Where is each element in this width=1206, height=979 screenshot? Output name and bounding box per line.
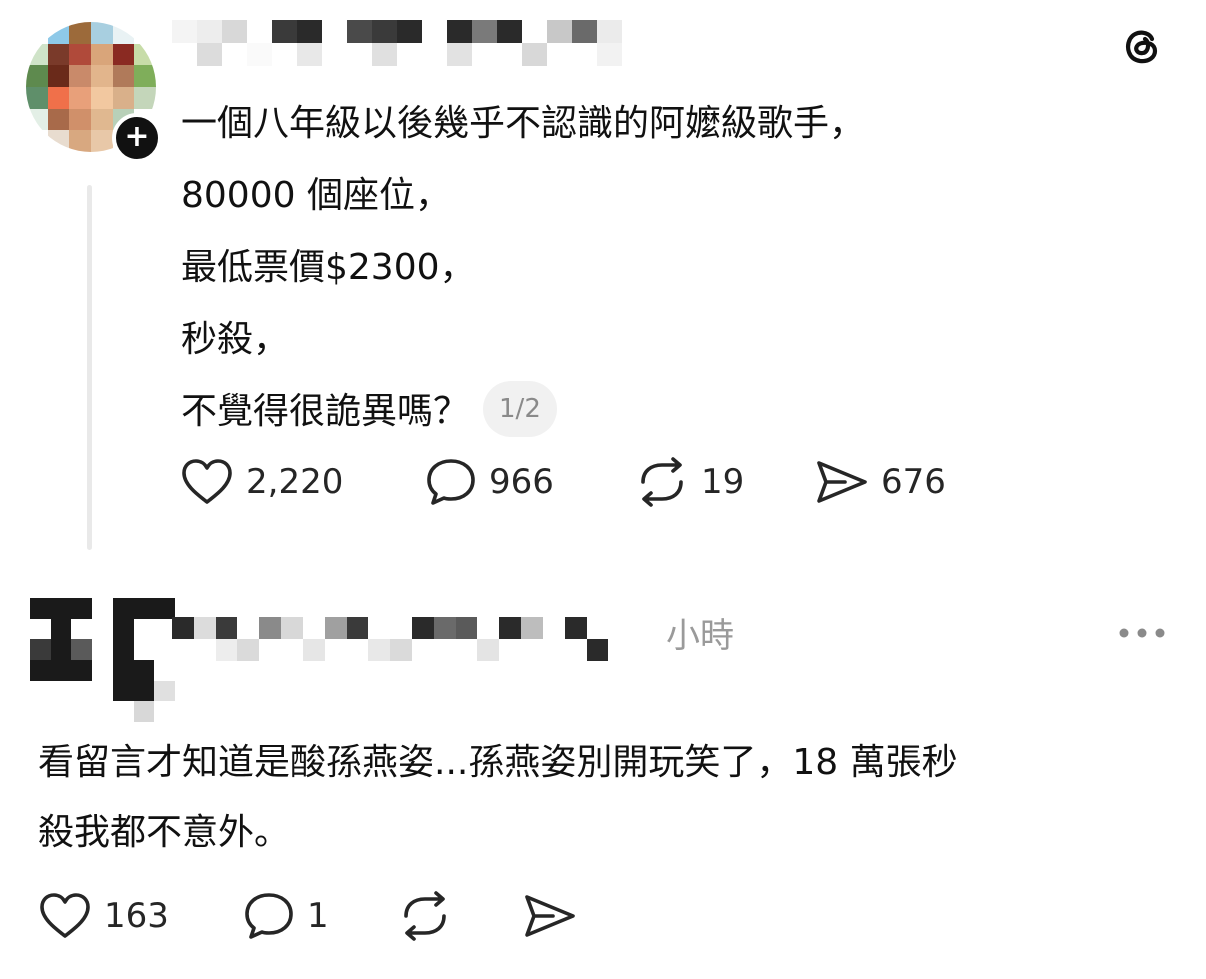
share-button[interactable] (523, 892, 577, 940)
repost-icon (641, 457, 683, 507)
like-button[interactable]: 163 (38, 892, 243, 940)
like-count: 163 (104, 896, 169, 936)
repost-button[interactable] (398, 891, 523, 941)
send-icon (525, 895, 575, 937)
like-count: 2,220 (246, 462, 344, 502)
reply-actions: 163 1 (38, 888, 577, 944)
heart-icon (40, 893, 90, 938)
heart-icon (182, 459, 232, 504)
post-timestamp: 小時 (666, 616, 734, 656)
reply-body: 看留言才知道是酸孫燕姿...孫燕姿別開玩笑了，18 萬張秒 殺我都不意外。 (38, 728, 1168, 868)
page-indicator[interactable]: 1/2 (483, 381, 557, 437)
author-username-redacted[interactable] (172, 20, 622, 66)
comment-bubble-icon (427, 459, 475, 505)
threads-logo-icon[interactable] (1118, 22, 1166, 70)
like-button[interactable]: 2,220 (180, 458, 425, 506)
repost-count: 19 (701, 462, 745, 502)
reply-line: 看留言才知道是酸孫燕姿...孫燕姿別開玩笑了，18 萬張秒 (38, 742, 958, 783)
plus-icon: + (124, 119, 150, 154)
follow-plus-button[interactable]: + (112, 113, 162, 163)
post-line: 最低票價$2300， (181, 247, 476, 288)
post-line: 秒殺， (181, 319, 290, 360)
post-actions: 2,220 966 19 676 (180, 454, 946, 510)
reply-line: 殺我都不意外。 (38, 812, 291, 853)
repost-icon (404, 891, 446, 941)
post-body: 一個八年級以後幾乎不認識的阿嬤級歌手， 80000 個座位， 最低票價$2300… (181, 88, 1081, 448)
send-icon (817, 461, 867, 503)
reply-author-avatar[interactable] (30, 598, 175, 722)
share-button[interactable]: 676 (815, 458, 946, 506)
reply-count: 966 (489, 462, 554, 502)
reply-count: 1 (307, 896, 329, 936)
reply-button[interactable]: 966 (425, 457, 635, 507)
share-count: 676 (881, 462, 946, 502)
more-horizontal-icon[interactable] (1116, 616, 1168, 650)
thread-connector-line (87, 185, 92, 550)
post-line-text: 不覺得很詭異嗎？ (181, 391, 470, 432)
repost-button[interactable]: 19 (635, 457, 815, 507)
post-line: 一個八年級以後幾乎不認識的阿嬤級歌手， (181, 103, 866, 144)
reply-author-username-redacted[interactable] (172, 617, 652, 661)
post-line-last: 不覺得很詭異嗎？ 1/2 (181, 376, 1081, 448)
reply-button[interactable]: 1 (243, 891, 398, 941)
comment-bubble-icon (245, 893, 293, 939)
post-line: 80000 個座位， (181, 175, 451, 216)
